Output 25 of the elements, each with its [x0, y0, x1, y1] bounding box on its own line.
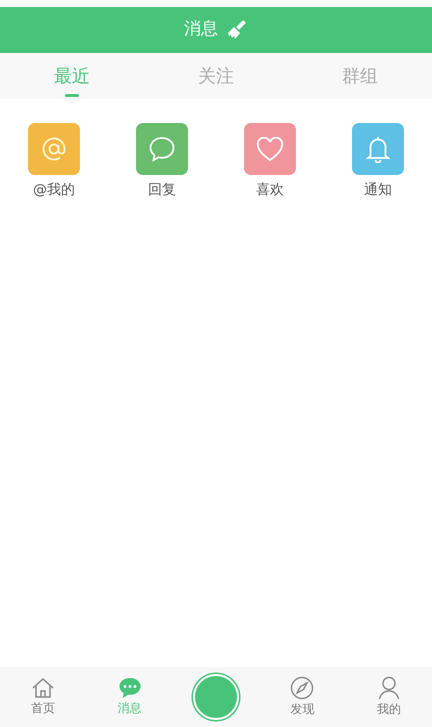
- at-icon: [41, 136, 67, 162]
- shortcut-item[interactable]: 回复: [108, 123, 216, 201]
- nav-item[interactable]: 我的: [346, 676, 432, 718]
- compass-icon: [290, 676, 314, 700]
- shortcut-label: 回复: [148, 181, 176, 200]
- bell-icon: [365, 135, 391, 163]
- tab[interactable]: 群组: [288, 53, 432, 99]
- speech-bubble-icon: [148, 136, 176, 162]
- shortcut-label: 喜欢: [256, 181, 284, 200]
- nav-item[interactable]: 首页: [0, 677, 86, 717]
- home-icon: [31, 677, 56, 699]
- shortcut-label: 通知: [364, 181, 392, 200]
- shortcut-item[interactable]: 喜欢: [216, 123, 324, 201]
- tab-indicator: [65, 94, 79, 97]
- shortcut-item[interactable]: 通知: [324, 123, 432, 201]
- header-title: 消息: [184, 18, 218, 42]
- nav-item[interactable]: 发现: [259, 676, 346, 718]
- chat-bubble-icon: [118, 677, 142, 699]
- broom-icon[interactable]: [226, 19, 248, 41]
- publish-button[interactable]: [193, 674, 240, 720]
- person-icon: [378, 676, 400, 700]
- shortcut-item[interactable]: @我的: [0, 123, 108, 201]
- shortcut-label: @我的: [33, 181, 75, 200]
- heart-icon: [256, 136, 284, 162]
- tab[interactable]: 关注: [144, 53, 288, 99]
